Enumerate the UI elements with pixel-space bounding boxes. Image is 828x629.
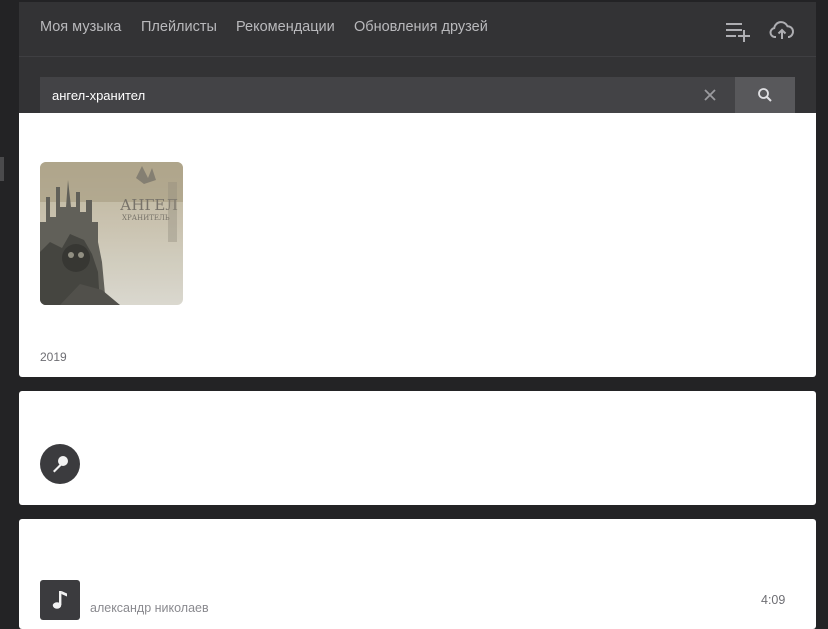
search-button[interactable] [735, 77, 795, 113]
music-note-icon [52, 591, 67, 609]
close-icon[interactable] [702, 87, 718, 103]
track-artist[interactable]: александр николаев [90, 601, 209, 615]
nav-my-music[interactable]: Моя музыка [40, 19, 121, 35]
add-to-playlist-icon[interactable] [724, 16, 752, 44]
artist-avatar[interactable] [40, 444, 80, 484]
album-year: 2019 [40, 350, 67, 364]
track-duration: 4:09 [761, 593, 786, 607]
album-cover[interactable]: АНГЕЛ ХРАНИТЕЛЬ [40, 162, 183, 305]
nav-recommendations[interactable]: Рекомендации [236, 19, 335, 35]
music-header-panel: Моя музыка Плейлисты Рекомендации Обновл… [19, 2, 816, 113]
artist-card [19, 391, 816, 505]
search-input[interactable] [40, 77, 690, 113]
top-navigation: Моя музыка Плейлисты Рекомендации Обновл… [19, 2, 816, 57]
nav-playlists[interactable]: Плейлисты [141, 19, 217, 35]
search-box [40, 77, 735, 113]
track-thumbnail[interactable] [40, 580, 80, 620]
nav-friends-updates[interactable]: Обновления друзей [354, 19, 488, 35]
album-card: АНГЕЛ ХРАНИТЕЛЬ 2019 [19, 113, 816, 377]
cloud-upload-icon[interactable] [768, 16, 796, 44]
search-icon [758, 88, 772, 102]
microphone-icon [53, 456, 68, 473]
side-edge-stub [0, 157, 4, 181]
track-card: александр николаев 4:09 [19, 519, 816, 629]
